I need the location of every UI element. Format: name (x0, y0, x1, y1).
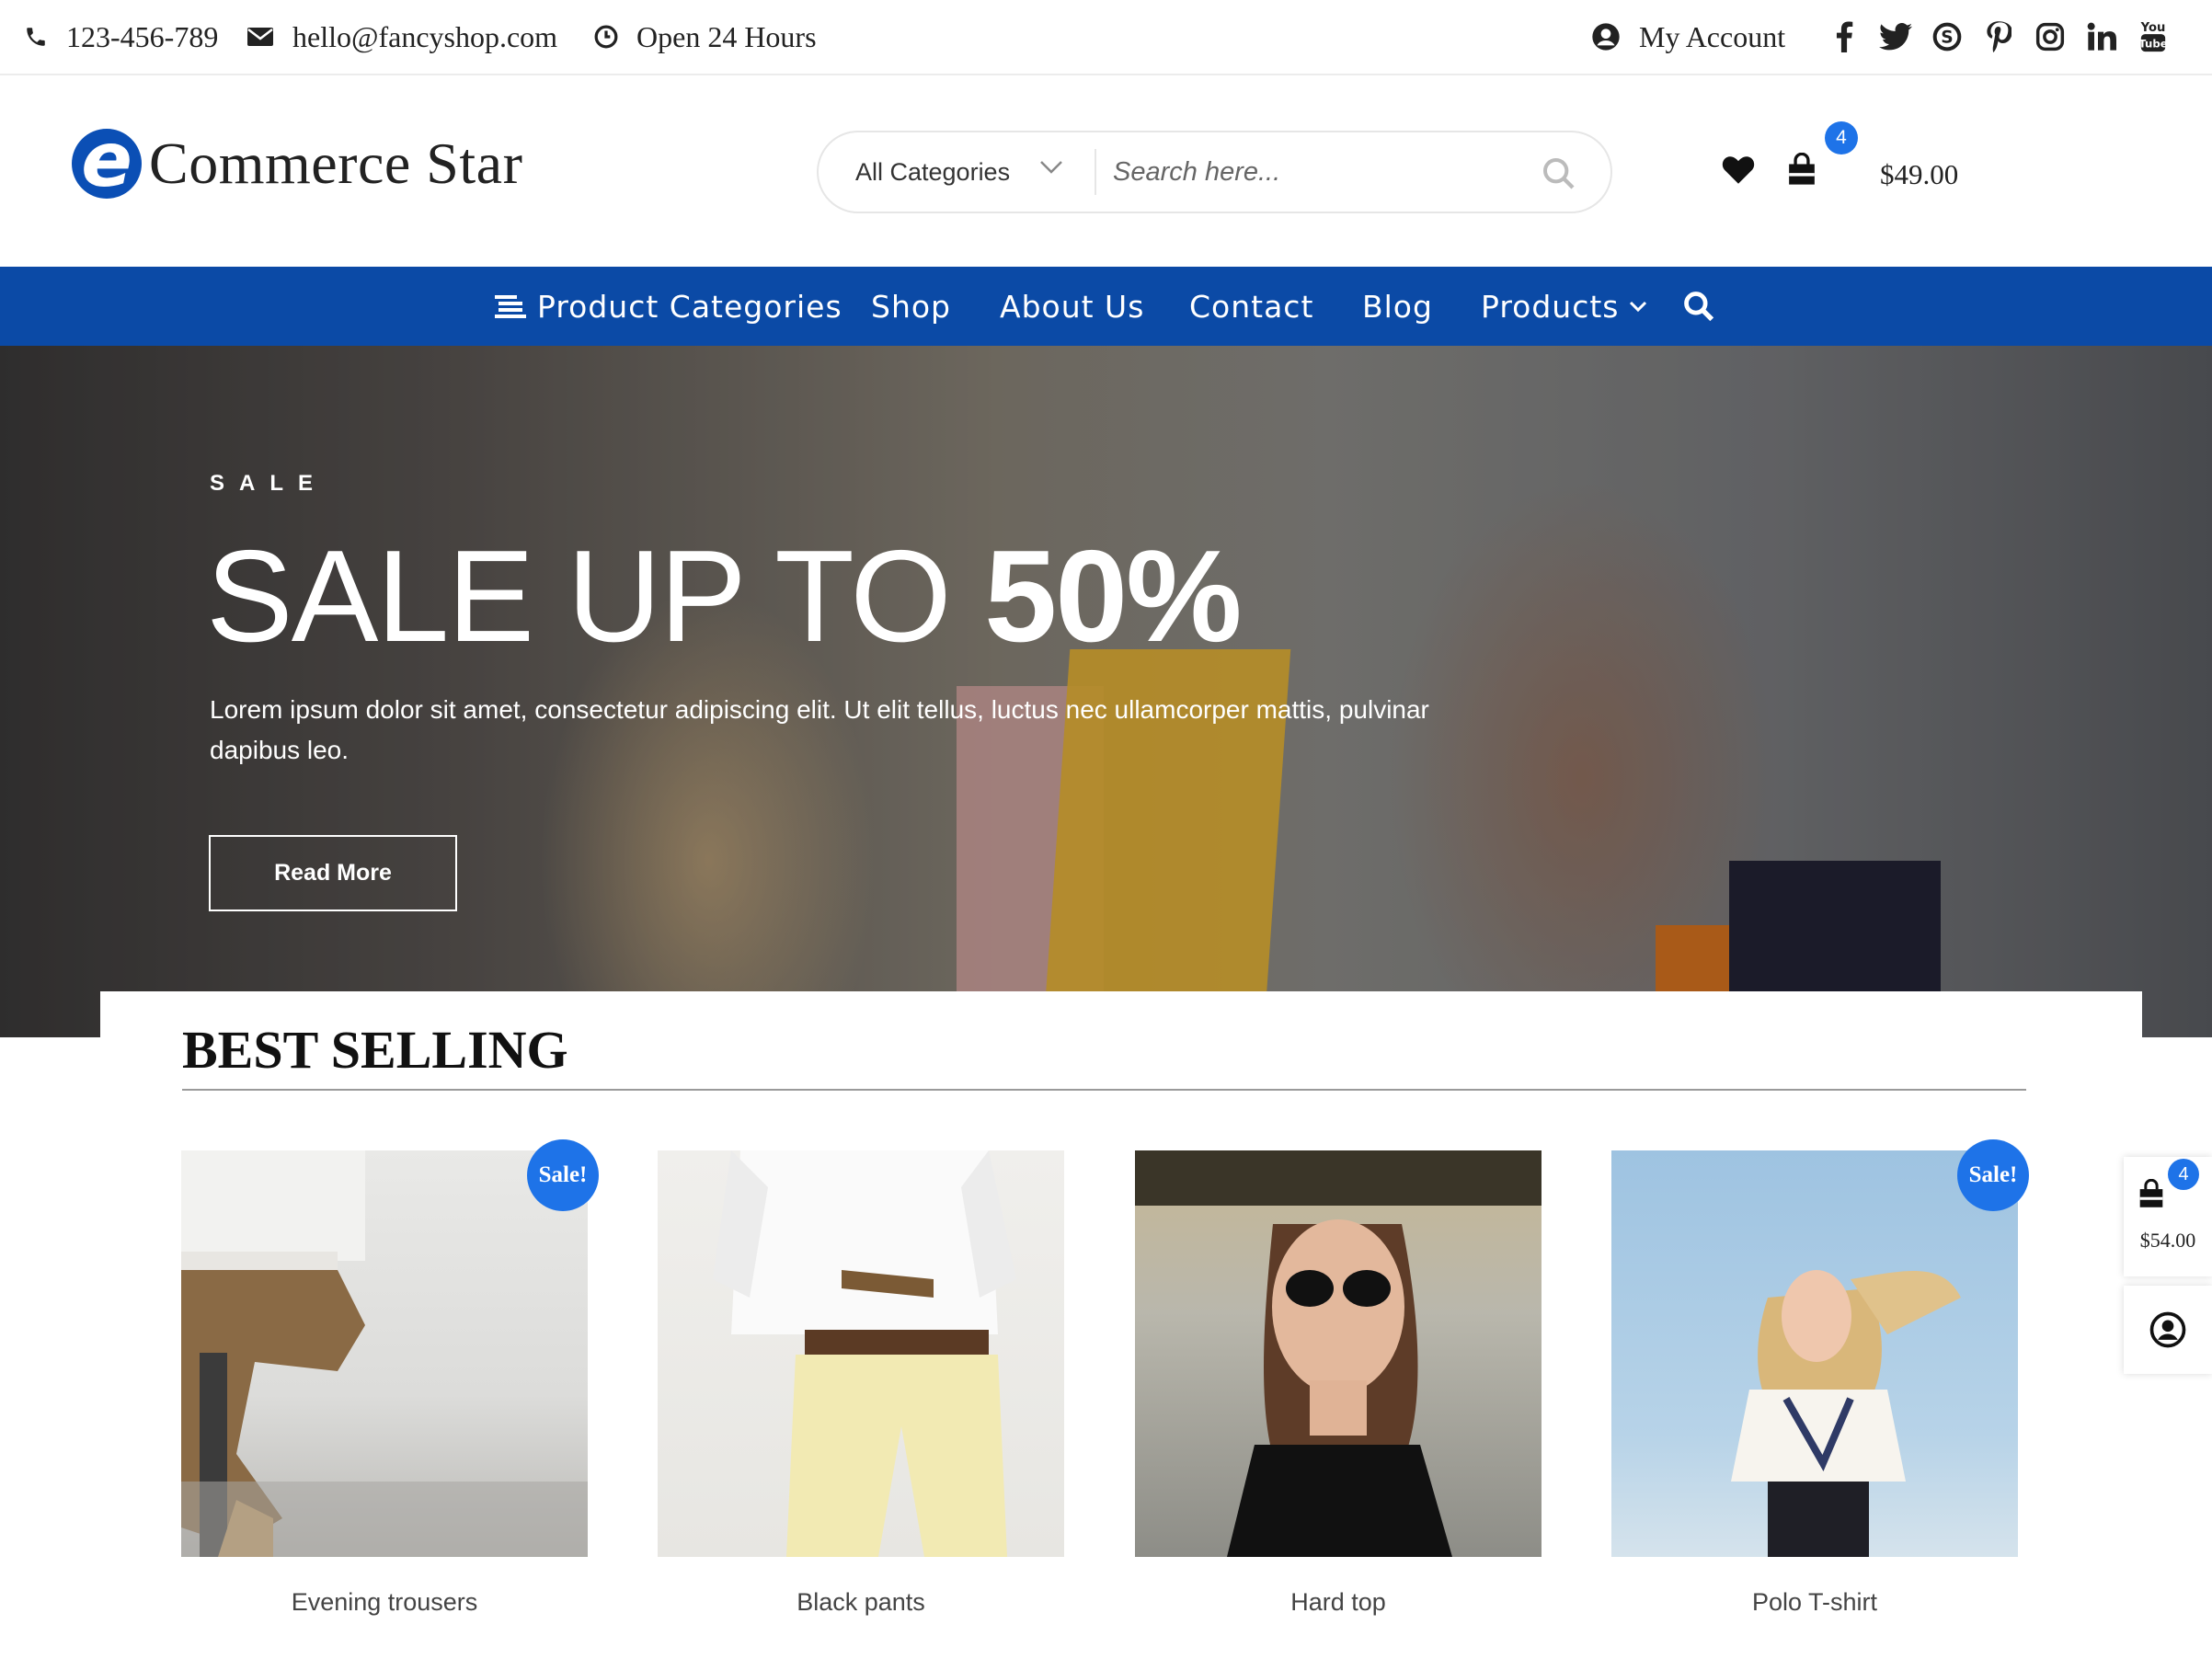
product-image[interactable] (658, 1150, 1064, 1557)
svg-text:You: You (2140, 21, 2166, 35)
nav-blog[interactable]: Blog (1362, 267, 1433, 346)
nav-shop[interactable]: Shop (871, 267, 951, 346)
main-navigation: Product Categories Shop About Us Contact… (0, 267, 2212, 346)
floating-cart[interactable]: 4 $54.00 (2124, 1157, 2212, 1276)
shopping-bag-icon (2139, 1179, 2163, 1207)
product-card[interactable]: Sale! Evening trousers (181, 1139, 599, 1616)
email-address: hello@fancyshop.com (292, 19, 558, 53)
product-photo (1731, 1270, 1961, 1557)
cart-count-badge: 4 (1825, 121, 1858, 154)
hero-title: SALE UP TO 50% (206, 528, 1242, 666)
floating-cart-count-badge: 4 (2168, 1159, 2199, 1190)
product-name[interactable]: Black pants (658, 1588, 1064, 1617)
email-contact[interactable]: hello@fancyshop.com (246, 0, 557, 74)
product-photo (713, 1150, 1016, 1557)
nav-products-label: Products (1481, 288, 1620, 325)
sale-badge: Sale! (527, 1139, 599, 1211)
clock-icon (594, 25, 618, 49)
best-selling-section: BEST SELLING Sale! Evening trousers Blac… (100, 991, 2142, 1659)
shopping-bag-icon (1789, 152, 1815, 185)
heart-icon (1722, 156, 1755, 184)
skype-icon[interactable]: S (1929, 18, 1966, 55)
section-title: BEST SELLING (182, 1020, 568, 1080)
youtube-icon[interactable]: You Tube (2135, 18, 2172, 55)
phone-icon (27, 28, 45, 46)
envelope-icon (247, 28, 273, 46)
product-name[interactable]: Polo T-shirt (1611, 1588, 2018, 1617)
product-image[interactable] (181, 1150, 588, 1557)
logo-mark: e (72, 129, 142, 199)
product-search-bar: All Categories (817, 131, 1612, 213)
chevron-down-icon (1629, 301, 1646, 313)
cart-button[interactable]: 4 (1786, 121, 1858, 190)
user-circle-icon (2149, 1311, 2186, 1348)
sale-badge: Sale! (1957, 1139, 2029, 1211)
instagram-icon[interactable] (2032, 18, 2069, 55)
search-button[interactable] (1536, 151, 1582, 197)
pinterest-icon[interactable] (1980, 18, 2017, 55)
product-name[interactable]: Evening trousers (181, 1588, 588, 1617)
cart-total[interactable]: $49.00 (1880, 158, 1958, 191)
nav-about-us[interactable]: About Us (1000, 267, 1144, 346)
social-links: S You Tube (1826, 0, 2172, 74)
floating-account-button[interactable] (2124, 1286, 2212, 1374)
hero-banner: SALE SALE UP TO 50% Lorem ipsum dolor si… (0, 346, 2212, 1037)
twitter-icon[interactable] (1877, 18, 1914, 55)
wishlist-button[interactable] (1722, 154, 1755, 189)
nav-shop-label: Shop (871, 288, 951, 325)
product-photo (1135, 1150, 1542, 1557)
facebook-icon[interactable] (1826, 18, 1862, 55)
hero-description: Lorem ipsum dolor sit amet, consectetur … (210, 695, 1429, 764)
product-image[interactable] (1611, 1150, 2018, 1557)
site-logo[interactable]: e Commerce Star (72, 129, 522, 199)
category-select[interactable]: All Categories (855, 132, 1010, 212)
nav-search-button[interactable] (1681, 267, 1716, 346)
product-image[interactable] (1135, 1150, 1542, 1557)
read-more-button[interactable]: Read More (209, 835, 457, 911)
my-account-link[interactable]: My Account (1591, 0, 1785, 74)
nav-blog-label: Blog (1362, 288, 1433, 325)
hero-title-light: SALE UP TO (206, 523, 985, 669)
svg-text:S: S (1941, 29, 1953, 48)
user-circle-icon (1592, 23, 1620, 51)
nav-product-categories-label: Product Categories (537, 288, 842, 325)
logo-text: Commerce Star (149, 131, 523, 196)
search-input[interactable] (1113, 145, 1536, 199)
hero-kicker: SALE (210, 471, 328, 496)
category-select-value: All Categories (855, 157, 1011, 186)
search-icon (1684, 292, 1714, 322)
linkedin-icon[interactable] (2083, 18, 2120, 55)
hours-text: Open 24 Hours (636, 19, 817, 53)
nav-contact-label: Contact (1189, 288, 1314, 325)
site-header: e Commerce Star All Categories 4 $49.00 (0, 75, 2212, 267)
product-card[interactable]: Hard top (1135, 1150, 1542, 1616)
svg-text:Tube: Tube (2139, 38, 2167, 51)
product-name[interactable]: Hard top (1135, 1588, 1542, 1617)
phone-number: 123-456-789 (66, 19, 219, 53)
search-divider (1095, 149, 1096, 195)
nav-product-categories[interactable]: Product Categories (495, 267, 842, 346)
hero-title-bold: 50% (984, 523, 1242, 669)
top-bar: 123-456-789 hello@fancyshop.com Open 24 … (0, 0, 2212, 75)
section-divider (182, 1089, 2026, 1091)
nav-products[interactable]: Products (1481, 267, 1647, 346)
floating-cart-total: $54.00 (2139, 1229, 2196, 1252)
opening-hours: Open 24 Hours (594, 0, 817, 74)
chevron-down-icon (1040, 161, 1062, 174)
nav-contact[interactable]: Contact (1189, 267, 1313, 346)
product-card[interactable]: Sale! Polo T-shirt (1611, 1139, 2029, 1616)
nav-about-us-label: About Us (1000, 288, 1145, 325)
my-account-label: My Account (1639, 19, 1786, 53)
product-card[interactable]: Black pants (658, 1150, 1064, 1616)
menu-lines-icon (495, 295, 526, 318)
phone-contact[interactable]: 123-456-789 (24, 0, 218, 74)
search-icon (1543, 158, 1575, 189)
product-photo (181, 1150, 588, 1557)
